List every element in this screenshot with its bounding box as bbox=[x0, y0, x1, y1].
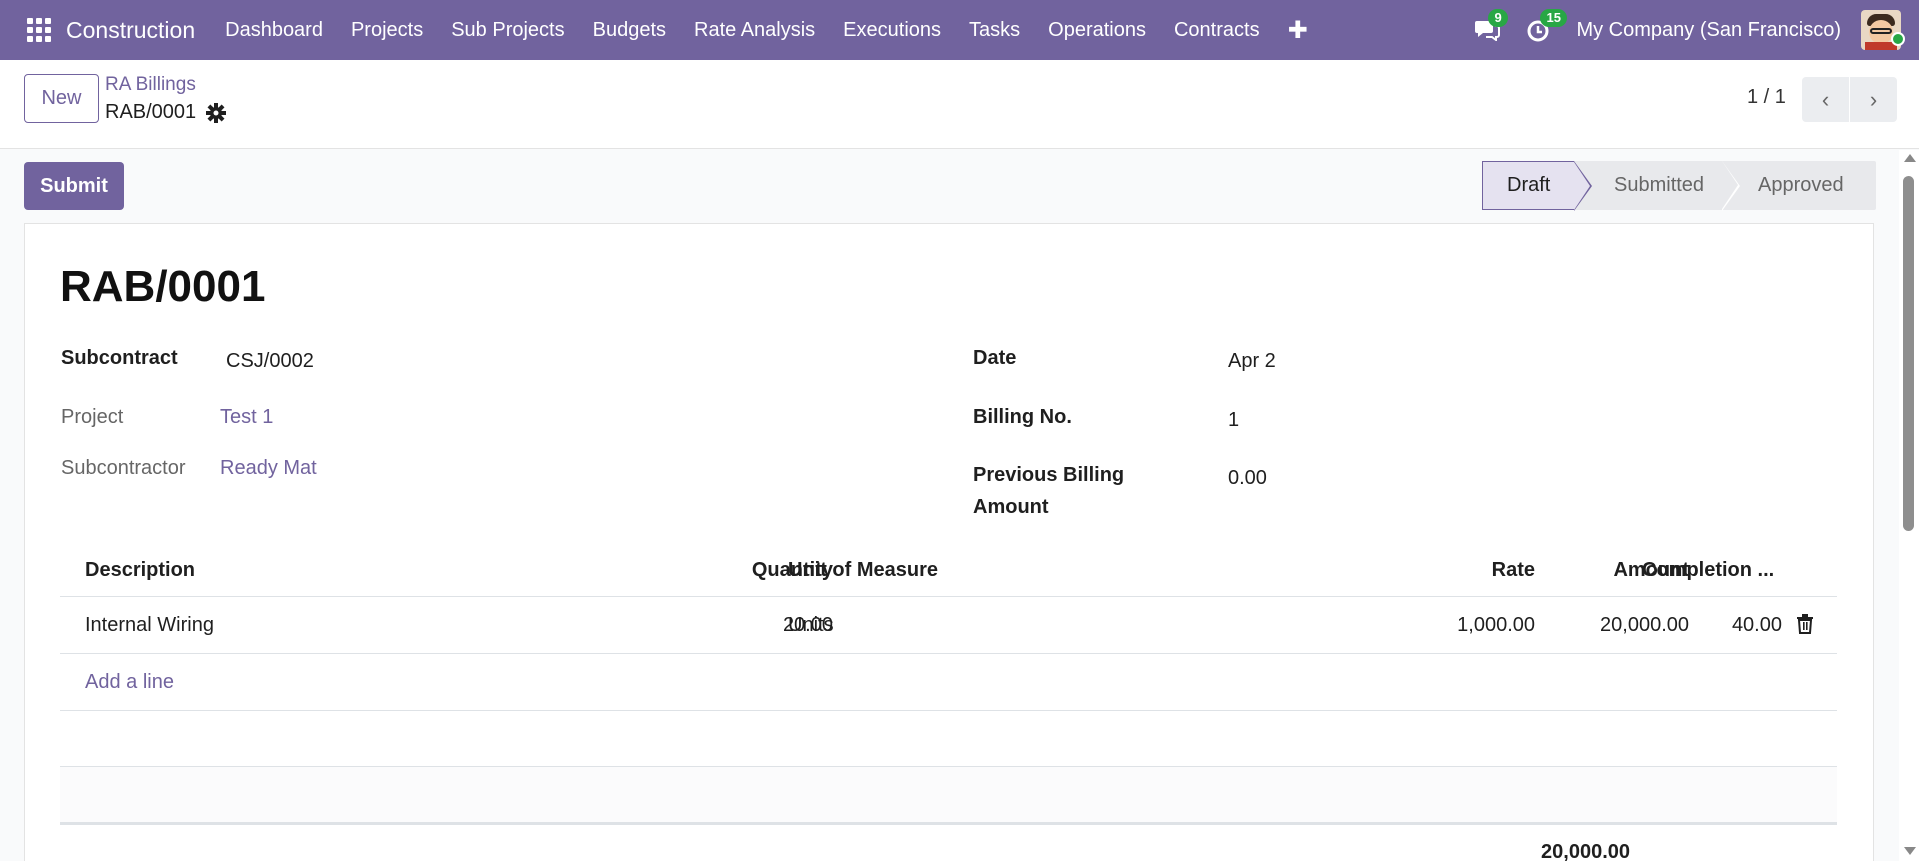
top-navbar: Construction Dashboard Projects Sub Proj… bbox=[0, 0, 1919, 60]
stage-submitted-label: Submitted bbox=[1614, 174, 1705, 196]
menu-rate-analysis[interactable]: Rate Analysis bbox=[680, 19, 829, 42]
trash-icon[interactable] bbox=[1796, 614, 1814, 634]
scroll-up-arrow-icon[interactable] bbox=[1904, 154, 1916, 162]
menu-sub-projects[interactable]: Sub Projects bbox=[437, 19, 578, 42]
stage-draft[interactable]: Draft bbox=[1482, 161, 1592, 211]
subcontract-label: Subcontract bbox=[61, 347, 178, 369]
stage-draft-label: Draft bbox=[1507, 174, 1551, 196]
add-a-line-link[interactable]: Add a line bbox=[85, 671, 174, 694]
scroll-thumb[interactable] bbox=[1903, 176, 1914, 531]
main-menu: Dashboard Projects Sub Projects Budgets … bbox=[211, 16, 1322, 45]
project-link[interactable]: Test 1 bbox=[220, 406, 273, 429]
column-completion[interactable]: Completion ... bbox=[1642, 559, 1774, 582]
plus-icon[interactable]: ✚ bbox=[1274, 16, 1322, 45]
gear-icon[interactable] bbox=[206, 103, 226, 123]
record-title: RAB/0001 bbox=[60, 262, 266, 311]
activities-badge: 15 bbox=[1540, 9, 1567, 27]
new-button[interactable]: New bbox=[24, 74, 99, 123]
subcontractor-link[interactable]: Ready Mat bbox=[220, 457, 317, 480]
add-line-row: Add a line bbox=[60, 654, 1837, 711]
lines-table-footer: 20,000.00 bbox=[60, 823, 1837, 861]
subcontractor-label: Subcontractor bbox=[61, 457, 186, 479]
cell-rate[interactable]: 1,000.00 bbox=[1457, 614, 1535, 637]
menu-projects[interactable]: Projects bbox=[337, 19, 437, 42]
menu-operations[interactable]: Operations bbox=[1034, 19, 1160, 42]
previous-billing-label-line2: Amount bbox=[973, 496, 1049, 518]
column-unit-of-measure[interactable]: Unit of Measure bbox=[788, 559, 938, 582]
cell-description[interactable]: Internal Wiring bbox=[85, 614, 214, 637]
menu-contracts[interactable]: Contracts bbox=[1160, 19, 1274, 42]
project-label: Project bbox=[61, 406, 124, 428]
navbar-systray: 9 15 My Company (San Francisco) bbox=[1472, 0, 1919, 60]
pager-value[interactable]: 1 / 1 bbox=[1747, 86, 1786, 109]
control-panel: New RA Billings RAB/0001 1 / 1 ‹ › bbox=[0, 60, 1919, 149]
table-row[interactable]: Internal Wiring 20.00 Units 1,000.00 20,… bbox=[60, 597, 1837, 654]
total-amount: 20,000.00 bbox=[1541, 841, 1630, 861]
messages-button[interactable]: 9 bbox=[1472, 9, 1508, 45]
chevron-left-icon: ‹ bbox=[1821, 86, 1830, 112]
menu-budgets[interactable]: Budgets bbox=[579, 19, 680, 42]
empty-row bbox=[60, 711, 1837, 767]
pager-previous-button[interactable]: ‹ bbox=[1802, 77, 1849, 122]
cell-amount[interactable]: 20,000.00 bbox=[1600, 614, 1689, 637]
activities-button[interactable]: 15 bbox=[1524, 9, 1567, 45]
apps-grid-icon[interactable] bbox=[24, 15, 54, 45]
menu-dashboard[interactable]: Dashboard bbox=[211, 19, 337, 42]
menu-executions[interactable]: Executions bbox=[829, 19, 955, 42]
previous-billing-amount-field[interactable]: 0.00 bbox=[1228, 467, 1267, 490]
cell-uom[interactable]: Units bbox=[788, 614, 834, 637]
subcontract-field[interactable]: CSJ/0002 bbox=[226, 350, 314, 373]
stage-approved[interactable]: Approved bbox=[1722, 161, 1876, 210]
stage-approved-label: Approved bbox=[1758, 174, 1844, 196]
date-label: Date bbox=[973, 347, 1017, 369]
breadcrumb-ra-billings[interactable]: RA Billings bbox=[105, 74, 196, 96]
messages-badge: 9 bbox=[1488, 9, 1508, 27]
pager-next-button[interactable]: › bbox=[1850, 77, 1897, 122]
stage-submitted[interactable]: Submitted bbox=[1574, 161, 1740, 211]
billing-no-field[interactable]: 1 bbox=[1228, 409, 1239, 432]
previous-billing-label-line1: Previous Billing bbox=[973, 464, 1125, 486]
menu-tasks[interactable]: Tasks bbox=[955, 19, 1034, 42]
column-rate[interactable]: Rate bbox=[1492, 559, 1535, 582]
empty-row bbox=[60, 767, 1837, 823]
cell-completion[interactable]: 40.00 bbox=[1732, 614, 1782, 637]
breadcrumb-current-record: RAB/0001 bbox=[105, 101, 197, 123]
company-switcher[interactable]: My Company (San Francisco) bbox=[1576, 19, 1841, 42]
page-scrollbar[interactable] bbox=[1899, 150, 1919, 861]
date-field[interactable]: Apr 2 bbox=[1228, 350, 1276, 373]
scroll-down-arrow-icon[interactable] bbox=[1904, 847, 1916, 855]
submit-button[interactable]: Submit bbox=[24, 162, 124, 210]
chevron-right-icon: › bbox=[1869, 86, 1878, 112]
status-pipeline: Draft Submitted Approved bbox=[1482, 161, 1876, 211]
lines-table-header: Description Quantity Unit of Measure Rat… bbox=[60, 545, 1837, 597]
column-description[interactable]: Description bbox=[85, 559, 195, 582]
app-brand[interactable]: Construction bbox=[66, 17, 195, 44]
billing-no-label: Billing No. bbox=[973, 406, 1072, 428]
online-status-icon bbox=[1891, 32, 1905, 46]
